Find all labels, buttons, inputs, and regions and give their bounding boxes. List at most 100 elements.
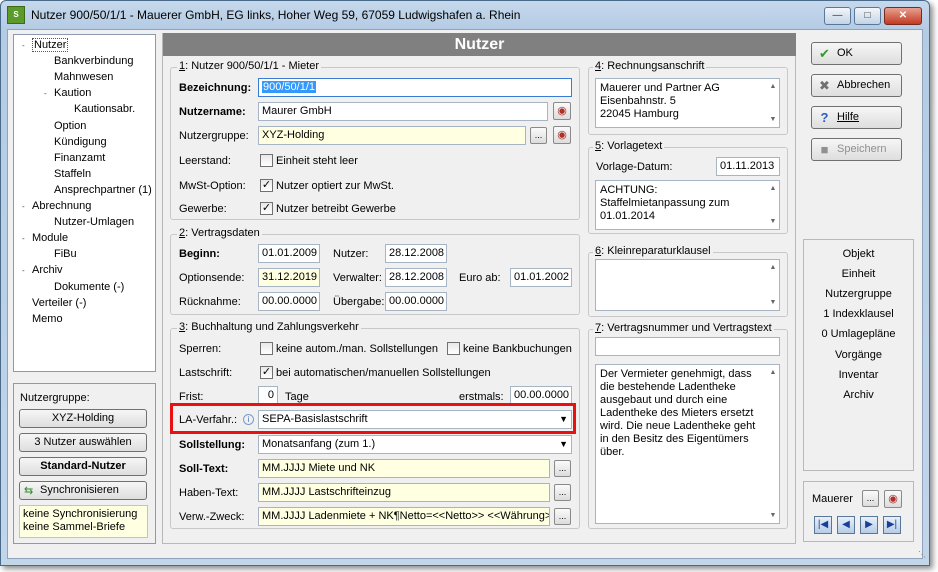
- nutzergruppe-input[interactable]: XYZ-Holding: [258, 126, 526, 145]
- sync-note-line1: keine Synchronisierung: [23, 508, 138, 520]
- tree-item[interactable]: Option: [44, 119, 86, 133]
- tree-item[interactable]: - Archiv: [22, 263, 63, 278]
- link-item[interactable]: Inventar: [804, 369, 913, 381]
- link-item[interactable]: 1 Indexklausel: [804, 308, 913, 320]
- leerstand-checkbox[interactable]: [260, 154, 273, 167]
- group-button[interactable]: XYZ-Holding: [19, 409, 147, 428]
- vertragsnummer-input[interactable]: [595, 337, 780, 356]
- kleinreparatur-textarea[interactable]: ▲ ▼: [595, 259, 780, 311]
- sync-button[interactable]: ⇆ Synchronisieren: [19, 481, 147, 500]
- leerstand-label: Leerstand:: [179, 155, 231, 167]
- link-item[interactable]: Einheit: [804, 268, 913, 280]
- nutzergruppe-browse-button[interactable]: ...: [530, 127, 547, 144]
- contacts-icon[interactable]: ◉: [553, 102, 571, 120]
- nutzername-input[interactable]: Maurer GmbH: [258, 102, 548, 121]
- euro-ab-input[interactable]: 01.01.2002: [510, 268, 572, 287]
- uebergabe-label: Übergabe:: [333, 296, 385, 308]
- help-icon: ?: [820, 110, 829, 125]
- group-contacts-icon[interactable]: ◉: [553, 126, 571, 144]
- uebergabe-input[interactable]: 00.00.0000: [385, 292, 447, 311]
- tree-item-label: Dokumente (-): [54, 280, 125, 293]
- scroll-up-icon[interactable]: ▲: [767, 261, 779, 274]
- tree-item[interactable]: Nutzer-Umlagen: [44, 215, 134, 229]
- last-record-icon[interactable]: ▶|: [883, 516, 901, 534]
- optionsende-input[interactable]: 31.12.2019: [258, 268, 320, 287]
- first-record-icon[interactable]: |◀: [814, 516, 832, 534]
- tree-item[interactable]: Kautionsabr.: [64, 102, 135, 116]
- save-button[interactable]: ■ Speichern: [811, 138, 902, 161]
- tree-item[interactable]: Bankverbindung: [44, 54, 134, 68]
- soll-text-input[interactable]: MM.JJJJ Miete und NK: [258, 459, 550, 478]
- cancel-button[interactable]: ✖ Abbrechen: [811, 74, 902, 97]
- tree-item-label: Archiv: [32, 264, 63, 277]
- tree-expander-icon[interactable]: -: [44, 87, 54, 101]
- haben-text-browse-button[interactable]: ...: [554, 484, 571, 501]
- tree-item[interactable]: - Abrechnung: [22, 199, 91, 214]
- vertragstext-textarea[interactable]: Der Vermieter genehmigt, dass die besteh…: [595, 364, 780, 524]
- tree-item[interactable]: Ansprechpartner (1): [44, 183, 152, 197]
- sperren-sollstellung-checkbox[interactable]: [260, 342, 273, 355]
- ruecknahme-input[interactable]: 00.00.0000: [258, 292, 320, 311]
- tree-expander-icon[interactable]: -: [22, 39, 32, 53]
- nav-contacts-icon[interactable]: ◉: [884, 490, 902, 508]
- tree-item[interactable]: Verteiler (-): [22, 296, 86, 310]
- beginn-input[interactable]: 01.01.2009: [258, 244, 320, 263]
- tree-item[interactable]: Staffeln: [44, 167, 91, 181]
- tree-item[interactable]: Mahnwesen: [44, 70, 113, 84]
- verwendungszweck-input[interactable]: MM.JJJJ Ladenmiete + NK¶Netto=<<Netto>> …: [258, 507, 550, 526]
- tree-item[interactable]: Finanzamt: [44, 151, 105, 165]
- next-record-icon[interactable]: ▶: [860, 516, 878, 534]
- scroll-up-icon[interactable]: ▲: [767, 80, 779, 93]
- scroll-up-icon[interactable]: ▲: [767, 182, 779, 195]
- scroll-down-icon[interactable]: ▼: [767, 215, 779, 228]
- mwst-checkbox[interactable]: ✓: [260, 179, 273, 192]
- scroll-down-icon[interactable]: ▼: [767, 113, 779, 126]
- soll-text-browse-button[interactable]: ...: [554, 460, 571, 477]
- close-icon[interactable]: ✕: [884, 7, 922, 25]
- vertragstext-line1: Der Vermieter genehmigt, dass: [600, 368, 752, 380]
- nav-browse-button[interactable]: ...: [862, 490, 879, 507]
- bezeichnung-input[interactable]: 900/50/1/1: [258, 78, 572, 97]
- tree-item[interactable]: Kündigung: [44, 135, 107, 149]
- vorlage-datum-input[interactable]: 01.11.2013: [716, 157, 780, 176]
- nutzer-date-input[interactable]: 28.12.2008: [385, 244, 447, 263]
- tree-item[interactable]: Dokumente (-): [44, 280, 124, 294]
- maximize-icon[interactable]: □: [854, 7, 881, 25]
- tree-expander-icon[interactable]: -: [22, 264, 32, 278]
- sollstellung-select[interactable]: Monatsanfang (zum 1.) ▼: [258, 435, 572, 454]
- tree-item[interactable]: - Nutzer: [22, 38, 69, 53]
- link-item[interactable]: Vorgänge: [804, 349, 913, 361]
- tree-item[interactable]: Memo: [22, 312, 63, 326]
- billing-address-textarea[interactable]: Mauerer und Partner AG Eisenbahnstr. 5 2…: [595, 78, 780, 128]
- frist-unit: Tage: [285, 391, 309, 403]
- link-item[interactable]: Nutzergruppe: [804, 288, 913, 300]
- link-item[interactable]: 0 Umlagepläne: [804, 328, 913, 340]
- link-item[interactable]: Archiv: [804, 389, 913, 401]
- tree-expander-icon[interactable]: -: [22, 200, 32, 214]
- scroll-down-icon[interactable]: ▼: [767, 509, 779, 522]
- la-verfahren-select[interactable]: SEPA-Basislastschrift ▼: [258, 410, 572, 429]
- vorlagetext-line1: ACHTUNG:: [600, 184, 658, 196]
- help-button[interactable]: ? Hilfe: [811, 106, 902, 129]
- scroll-down-icon[interactable]: ▼: [767, 296, 779, 309]
- resize-grip-icon[interactable]: ⋱: [918, 550, 926, 559]
- haben-text-input[interactable]: MM.JJJJ Lastschrifteinzug: [258, 483, 550, 502]
- tree-item[interactable]: - Kaution: [44, 86, 91, 101]
- info-icon[interactable]: i: [243, 414, 254, 425]
- link-item[interactable]: Objekt: [804, 248, 913, 260]
- standard-user-button[interactable]: Standard-Nutzer: [19, 457, 147, 476]
- gewerbe-checkbox[interactable]: ✓: [260, 202, 273, 215]
- sperren-bank-checkbox[interactable]: [447, 342, 460, 355]
- scroll-up-icon[interactable]: ▲: [767, 366, 779, 379]
- select-users-button[interactable]: 3 Nutzer auswählen: [19, 433, 147, 452]
- previous-record-icon[interactable]: ◀: [837, 516, 855, 534]
- vorlagetext-textarea[interactable]: ACHTUNG: Staffelmietanpassung zum 01.01.…: [595, 180, 780, 230]
- lastschrift-checkbox[interactable]: ✓: [260, 366, 273, 379]
- minimize-icon[interactable]: —: [824, 7, 851, 25]
- verwalter-input[interactable]: 28.12.2008: [385, 268, 447, 287]
- verwendungszweck-browse-button[interactable]: ...: [554, 508, 571, 525]
- tree-expander-icon[interactable]: -: [22, 232, 32, 246]
- tree-item[interactable]: FiBu: [44, 247, 77, 261]
- tree-item[interactable]: - Module: [22, 231, 68, 246]
- ok-button[interactable]: ✔ OK: [811, 42, 902, 65]
